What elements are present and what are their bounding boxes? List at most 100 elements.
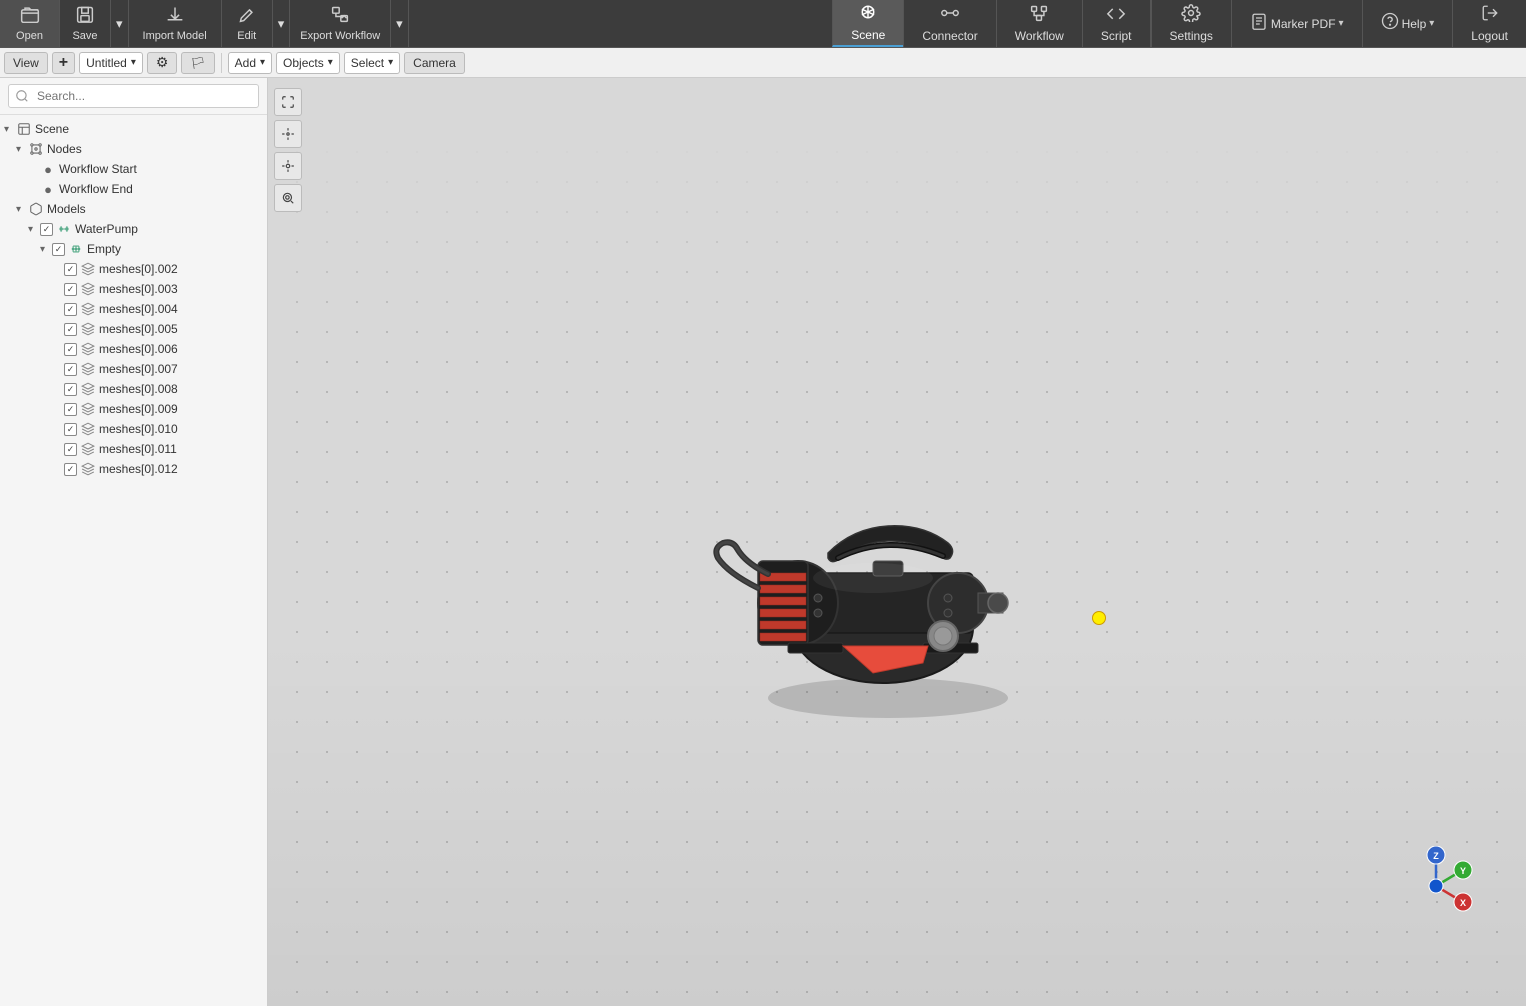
- search-bar: [0, 78, 267, 115]
- mesh-checkbox-10[interactable]: [64, 463, 77, 476]
- tree-item-nodes[interactable]: ▾ Nodes: [0, 139, 267, 159]
- mesh-checkbox-4[interactable]: [64, 343, 77, 356]
- add-label: Add: [235, 56, 256, 70]
- tree-item-mesh-5[interactable]: meshes[0].007: [0, 359, 267, 379]
- tree-item-mesh-3[interactable]: meshes[0].005: [0, 319, 267, 339]
- marker-pdf-arrow[interactable]: ▾: [1339, 18, 1344, 29]
- tree-scene-label: Scene: [35, 122, 69, 136]
- tree-item-models[interactable]: ▾ Models: [0, 199, 267, 219]
- add-new-button[interactable]: +: [52, 52, 75, 74]
- zoom-tool-button[interactable]: [274, 184, 302, 212]
- camera-button[interactable]: Camera: [404, 52, 465, 74]
- perspective-tool-button[interactable]: [274, 120, 302, 148]
- settings-button[interactable]: Settings: [1151, 0, 1231, 47]
- select-select[interactable]: Select ▾: [344, 52, 400, 74]
- tree-empty-label: Empty: [87, 242, 121, 256]
- move-tool-button[interactable]: [274, 152, 302, 180]
- save-button[interactable]: Save: [60, 0, 110, 47]
- sidebar-resize-handle[interactable]: [533, 78, 539, 1006]
- scene-options-button[interactable]: ⚙: [147, 52, 178, 74]
- logout-label: Logout: [1471, 29, 1508, 43]
- tree-item-mesh-6[interactable]: meshes[0].008: [0, 379, 267, 399]
- mesh-checkbox-0[interactable]: [64, 263, 77, 276]
- help-icon: [1381, 12, 1399, 35]
- export-workflow-label: Export Workflow: [300, 30, 380, 42]
- mesh-checkbox-9[interactable]: [64, 443, 77, 456]
- tree-nodes-label: Nodes: [47, 142, 82, 156]
- tab-connector[interactable]: Connector: [903, 0, 995, 47]
- tree-item-scene[interactable]: ▾ Scene: [0, 119, 267, 139]
- empty-checkbox[interactable]: [52, 243, 65, 256]
- mesh-icon-10: [80, 461, 96, 477]
- export-workflow-dropdown-arrow[interactable]: ▾: [390, 0, 408, 47]
- mesh-icon-1: [80, 281, 96, 297]
- marker-pdf-button[interactable]: Marker PDF ▾: [1231, 0, 1362, 47]
- mesh-label-6: meshes[0].008: [99, 382, 178, 396]
- models-arrow: ▾: [16, 204, 28, 215]
- tab-connector-label: Connector: [922, 29, 977, 43]
- main-content: ▾ Scene ▾ Nodes ● Workflow Start: [0, 78, 1526, 1006]
- maximize-tool-button[interactable]: [274, 88, 302, 116]
- export-workflow-button[interactable]: Export Workflow: [290, 0, 390, 47]
- axis-indicator: X Y Z: [1396, 846, 1476, 926]
- tab-workflow[interactable]: Workflow: [996, 0, 1082, 47]
- marker-pdf-icon: [1250, 12, 1268, 35]
- mesh-label-1: meshes[0].003: [99, 282, 178, 296]
- mesh-label-8: meshes[0].010: [99, 422, 178, 436]
- mesh-checkbox-6[interactable]: [64, 383, 77, 396]
- help-button[interactable]: Help ▾: [1362, 0, 1453, 47]
- tree-item-waterpump[interactable]: ▾ WaterPump: [0, 219, 267, 239]
- tree-item-mesh-1[interactable]: meshes[0].003: [0, 279, 267, 299]
- tree-item-empty[interactable]: ▾ Empty: [0, 239, 267, 259]
- open-button[interactable]: Open: [0, 0, 60, 47]
- mesh-checkbox-2[interactable]: [64, 303, 77, 316]
- scene-flag-button[interactable]: 🏳: [181, 52, 214, 74]
- tree-item-mesh-8[interactable]: meshes[0].010: [0, 419, 267, 439]
- mesh-checkbox-3[interactable]: [64, 323, 77, 336]
- tab-script[interactable]: Script: [1082, 0, 1150, 47]
- script-icon: [1106, 4, 1126, 27]
- tree-item-mesh-7[interactable]: meshes[0].009: [0, 399, 267, 419]
- edit-button[interactable]: Edit: [222, 0, 272, 47]
- viewport[interactable]: X Y Z: [268, 78, 1526, 1006]
- add-select[interactable]: Add ▾: [228, 52, 272, 74]
- mesh-checkbox-8[interactable]: [64, 423, 77, 436]
- mesh-checkbox-7[interactable]: [64, 403, 77, 416]
- search-input[interactable]: [8, 84, 259, 108]
- waterpump-checkbox[interactable]: [40, 223, 53, 236]
- tree-item-mesh-2[interactable]: meshes[0].004: [0, 299, 267, 319]
- tree-item-workflow-end[interactable]: ● Workflow End: [0, 179, 267, 199]
- tree-item-mesh-4[interactable]: meshes[0].006: [0, 339, 267, 359]
- tab-scene[interactable]: Scene: [832, 0, 903, 47]
- select-label: Select: [351, 56, 384, 70]
- mesh-icon-8: [80, 421, 96, 437]
- mesh-checkbox-1[interactable]: [64, 283, 77, 296]
- tree-item-mesh-0[interactable]: meshes[0].002: [0, 259, 267, 279]
- import-model-button[interactable]: Import Model: [129, 0, 222, 47]
- tree-item-mesh-10[interactable]: meshes[0].012: [0, 459, 267, 479]
- edit-group: Edit ▾: [222, 0, 291, 47]
- scene-name-select[interactable]: Untitled ▾: [79, 52, 143, 74]
- tree-item-workflow-start[interactable]: ● Workflow Start: [0, 159, 267, 179]
- models-icon: [28, 201, 44, 217]
- add-dropdown-arrow: ▾: [260, 57, 265, 68]
- view-button[interactable]: View: [4, 52, 48, 74]
- open-label: Open: [16, 30, 43, 42]
- edit-dropdown-arrow[interactable]: ▾: [272, 0, 290, 47]
- svg-text:X: X: [1460, 898, 1466, 908]
- edit-icon: [237, 5, 257, 28]
- mesh-checkbox-5[interactable]: [64, 363, 77, 376]
- help-arrow[interactable]: ▾: [1429, 18, 1434, 29]
- nodes-icon: [28, 141, 44, 157]
- objects-select[interactable]: Objects ▾: [276, 52, 340, 74]
- scene-tree-icon: [16, 121, 32, 137]
- tab-scene-label: Scene: [851, 28, 885, 42]
- top-toolbar: Open Save ▾ Import Model Edit ▾: [0, 0, 1526, 48]
- scene-arrow: ▾: [4, 124, 16, 135]
- scene-tree: ▾ Scene ▾ Nodes ● Workflow Start: [0, 115, 267, 483]
- save-dropdown-arrow[interactable]: ▾: [110, 0, 128, 47]
- tree-item-mesh-9[interactable]: meshes[0].011: [0, 439, 267, 459]
- marker-pdf-label: Marker PDF: [1271, 17, 1336, 31]
- logout-button[interactable]: Logout: [1452, 0, 1526, 47]
- mesh-icon-0: [80, 261, 96, 277]
